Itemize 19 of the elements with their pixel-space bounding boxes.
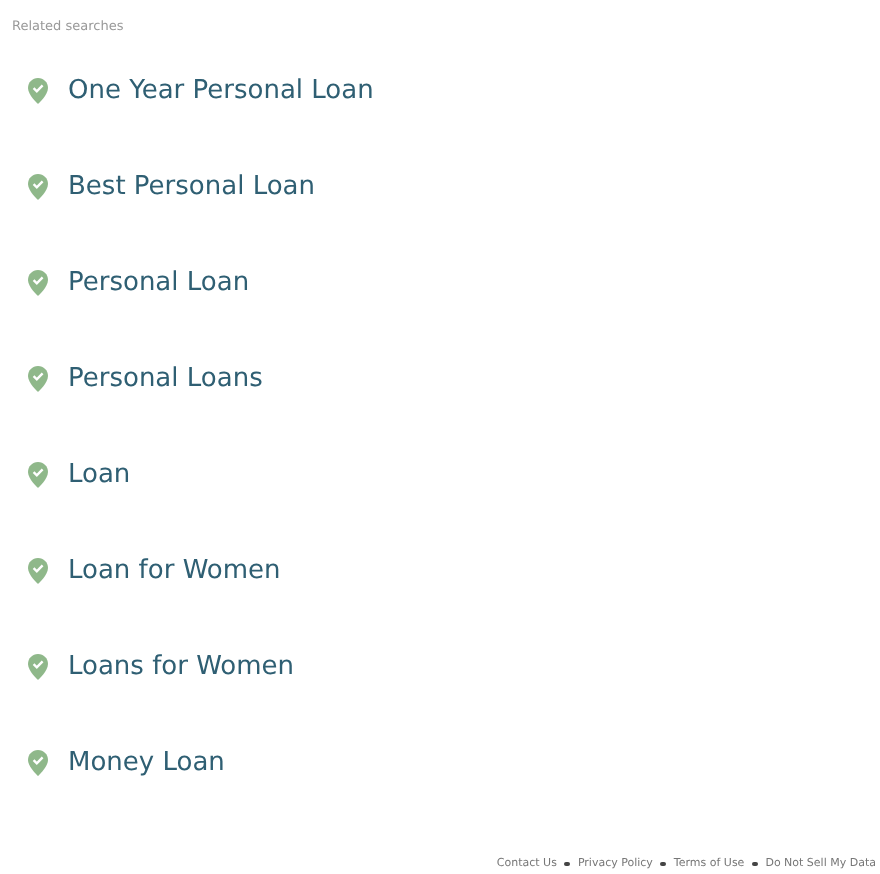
search-link[interactable]: Loan [28, 456, 374, 492]
location-pin-icon [28, 461, 48, 487]
location-pin-icon [28, 173, 48, 199]
separator-dot-icon [564, 861, 570, 867]
location-pin-icon [28, 749, 48, 775]
separator-dot-icon [752, 861, 758, 867]
location-pin-icon [28, 653, 48, 679]
location-pin-icon [28, 77, 48, 103]
search-link[interactable]: Loan for Women [28, 552, 374, 588]
location-pin-icon [28, 365, 48, 391]
search-link[interactable]: Personal Loan [28, 264, 374, 300]
search-link[interactable]: Loans for Women [28, 648, 374, 684]
search-link[interactable]: Personal Loans [28, 360, 374, 396]
search-link[interactable]: Money Loan [28, 744, 374, 780]
separator-dot-icon [660, 861, 666, 867]
location-pin-icon [28, 557, 48, 583]
location-pin-icon [28, 269, 48, 295]
search-link[interactable]: Best Personal Loan [28, 168, 374, 204]
search-link[interactable]: One Year Personal Loan [28, 72, 374, 108]
